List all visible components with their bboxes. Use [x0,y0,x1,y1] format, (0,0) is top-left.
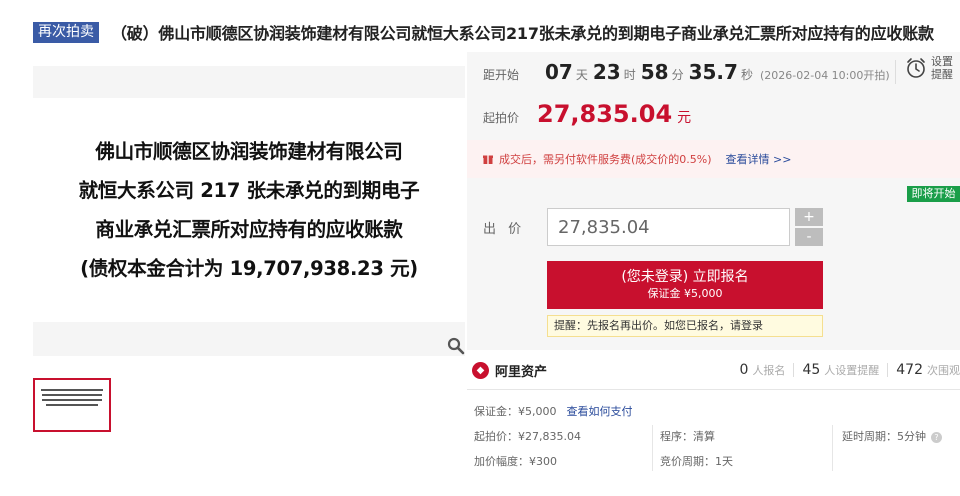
gallery-top-bar [33,66,465,98]
signup-count: 0 [739,362,749,378]
alarm-clock-icon [907,58,925,78]
view-details-link[interactable]: 查看详情 >> [726,151,792,167]
status-badge: 即将开始 [907,186,960,202]
set-reminder-button[interactable]: 设置 提醒 [905,55,953,81]
register-now-button[interactable]: (您未登录) 立即报名 保证金 ¥5,000 [547,261,823,309]
divider [887,363,889,377]
countdown-seconds-unit: 秒 [740,68,753,82]
page-title: （破）佛山市顺德区协润装饰建材有限公司就恒大系公司217张未承兑的到期电子商业承… [111,24,934,43]
starting-price-label: 起拍价 [483,111,520,125]
deposit-amount-label: 保证金 ¥5,000 [647,287,723,300]
countdown-days: 07 [545,60,573,84]
how-to-pay-link[interactable]: 查看如何支付 [567,405,633,418]
main-image-line: (债权本金合计为 19,707,938.23 元) [80,257,418,280]
starting-price: 起拍价 27,835.04 元 [483,100,691,128]
decrease-bid-button[interactable]: - [795,228,823,246]
view-label: 次围观 [927,364,960,377]
starting-price-unit: 元 [677,110,692,126]
bidding-cycle-info: 竞价周期：1天 [660,455,733,468]
reminder-label: 设置 [931,55,953,68]
divider [652,425,653,471]
main-image[interactable]: 佛山市顺德区协润装饰建材有限公司 就恒大系公司 217 张未承兑的到期电子 商业… [33,100,465,320]
auction-stats: 0 人报名 45 人设置提醒 472 次围观 [740,362,960,378]
bid-input[interactable] [547,208,790,246]
countdown-hours-unit: 时 [623,68,636,82]
delay-cycle-text: 延时周期：5分钟 [842,430,926,443]
deposit-text: 保证金：¥5,000 [474,405,557,418]
ali-assets-logo-icon: ◆ [472,361,489,379]
reminder-count-label: 人设置提醒 [824,364,880,377]
divider [467,389,960,390]
countdown-days-unit: 天 [575,68,588,82]
main-image-line: 就恒大系公司 217 张未承兑的到期电子 [78,179,420,202]
start-time: (2026-02-04 10:00开拍) [759,69,890,82]
help-icon[interactable]: ? [931,431,942,443]
delay-cycle-info: 延时周期：5分钟? [842,428,942,444]
main-image-text: 佛山市顺德区协润装饰建材有限公司 就恒大系公司 217 张未承兑的到期电子 商业… [79,132,420,288]
platform-bar: ◆ 阿里资产 0 人报名 45 人设置提醒 472 次围观 [472,356,960,384]
main-image-line: 佛山市顺德区协润装饰建材有限公司 [95,140,403,163]
bid-label: 出 价 [483,222,526,237]
increment-info: 加价幅度：¥300 [474,455,557,468]
gift-icon [483,155,493,164]
gallery-bottom-bar [33,322,465,356]
divider [832,425,833,471]
increase-bid-button[interactable]: + [795,208,823,226]
signup-label: 人报名 [752,364,786,377]
countdown-minutes-unit: 分 [671,68,684,82]
thumbnail-image[interactable] [33,378,111,432]
countdown-label: 距开始 [483,68,520,82]
divider [793,363,795,377]
deposit-info: 保证金：¥5,000 查看如何支付 [474,403,633,419]
view-count: 472 [896,362,923,378]
magnifier-icon[interactable] [447,337,465,355]
countdown-minutes: 58 [640,60,669,84]
reminder-count: 45 [802,362,821,378]
auction-round-tag: 再次拍卖 [33,21,99,43]
divider [895,60,896,84]
fee-notice: 成交后，需另付软件服务费(成交价的0.5%) 查看详情 >> [467,140,960,178]
reminder-label: 提醒 [931,68,953,81]
countdown-hours: 23 [592,60,621,84]
starting-price-value: 27,835.04 [537,100,673,128]
platform-name: 阿里资产 [495,364,548,380]
header: 再次拍卖 （破）佛山市顺德区协润装饰建材有限公司就恒大系公司217张未承兑的到期… [33,20,934,44]
start-price-info: 起拍价：¥27,835.04 [474,430,581,443]
countdown: 距开始 07 天 23 时 58 分 35.7 秒 (2026-02-04 10… [483,60,890,84]
register-button-label: (您未登录) 立即报名 [621,269,749,285]
login-tip[interactable]: 提醒：先报名再出价。如您已报名，请登录 [547,315,823,337]
procedure-info: 程序：清算 [660,430,715,443]
bid-stepper: + - [795,208,823,246]
countdown-seconds: 35.7 [688,60,738,84]
main-image-line: 商业承兑汇票所对应持有的应收账款 [95,218,403,241]
fee-notice-text: 成交后，需另付软件服务费(成交价的0.5%) [499,153,712,166]
